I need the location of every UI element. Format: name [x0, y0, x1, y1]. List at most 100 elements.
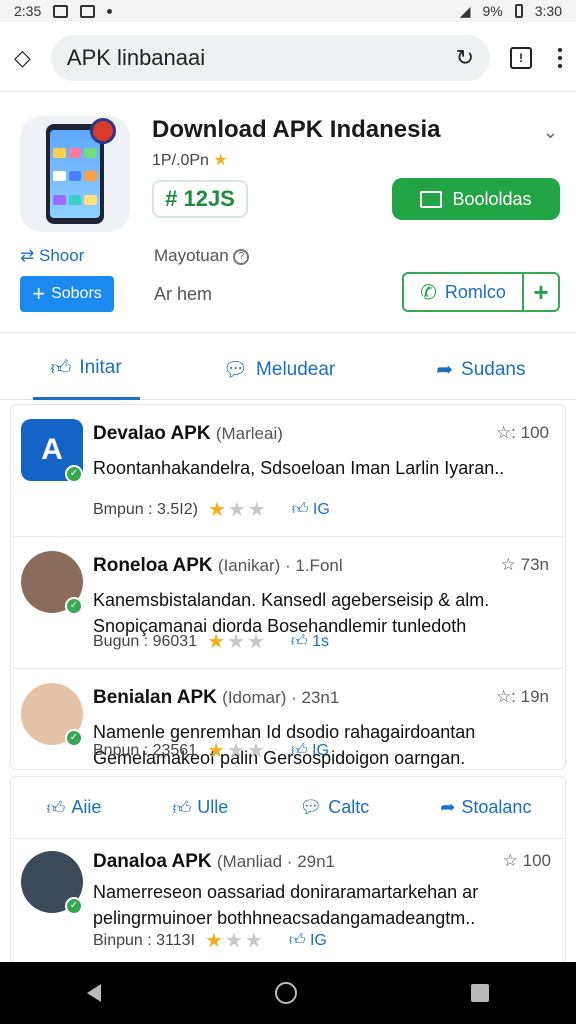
action-label: Stoalanc — [461, 797, 532, 817]
action-aiie[interactable]: 👍︎ Aiie — [47, 797, 102, 819]
notification-icon — [53, 4, 69, 18]
menu-icon[interactable] — [558, 47, 562, 68]
app-header: Download APK Indanesia ⌄ 1P/.0Pn ★ # 12J… — [0, 108, 576, 328]
add-icon[interactable]: + — [524, 277, 558, 308]
review-footer: Bugun : 96031 ★★★ 👍︎ 1s — [93, 629, 329, 654]
share-arrow-icon: ➦ — [440, 797, 456, 817]
url-bar[interactable]: APK linbanaai ↻ — [50, 34, 490, 81]
like-count: 1s — [312, 633, 329, 650]
status-bar: 2:35 ◢ 9% 3:30 — [0, 0, 576, 22]
like-count: IG — [312, 742, 329, 759]
like-count: IG — [312, 501, 330, 518]
developer-text: Mayotuan — [154, 246, 229, 265]
status-left: 2:35 — [14, 3, 113, 19]
action-row: 👍︎ Aiie 👍︎ Ulle 💬︎ Caltc ➦ Stoalanc — [11, 777, 567, 839]
share-icon: ⇄ — [20, 246, 35, 265]
reload-icon[interactable]: ↻ — [456, 45, 474, 71]
tab-label: Initar — [79, 357, 122, 378]
back-icon[interactable] — [87, 984, 101, 1002]
url-text: APK linbanaai — [66, 44, 206, 70]
rating-stars: ★★★ — [207, 499, 268, 521]
review-rating-label: ☆ 73n — [500, 555, 549, 574]
action-stoalanc[interactable]: ➦ Stoalanc — [440, 797, 531, 818]
like-button[interactable]: 👍︎ IG — [291, 741, 329, 760]
sobors-label: Sobors — [51, 285, 102, 302]
rating-stars: ★★★ — [205, 930, 265, 952]
review-rating-label: ☆: 100 — [495, 423, 549, 442]
thumbs-up-icon: 👍︎ — [46, 797, 66, 818]
sobors-button[interactable]: + Sobors — [20, 276, 114, 312]
tab-meludear[interactable]: 💬︎ Meludear — [205, 340, 354, 400]
chat-bubble-icon: 💬︎ — [222, 359, 249, 381]
plus-icon: + — [32, 281, 46, 306]
app-title: Download APK Indanesia — [152, 116, 441, 143]
folder-icon — [420, 190, 443, 208]
verified-icon: ✓ — [65, 897, 83, 915]
battery-icon — [514, 4, 523, 18]
info-icon[interactable]: ? — [233, 248, 250, 265]
tab-initar[interactable]: 👍︎ Initar — [32, 340, 140, 400]
review-footer: Bmpun : 3.5I2) ★★★ 👍︎ IG — [93, 497, 330, 522]
action-label: Ulle — [197, 797, 229, 817]
review-author: Devalao APK (Marleai) — [93, 423, 283, 445]
review-date: Bugun : 96031 — [93, 632, 198, 650]
status-right: ◢ 9% 3:30 — [460, 3, 562, 20]
tab-label: Meludear — [256, 358, 336, 380]
divider — [0, 332, 576, 333]
review-meta: (Manliad · 29n1 — [216, 852, 336, 871]
browser-toolbar: ◇ APK linbanaai ↻ ! — [0, 24, 576, 92]
ar-hem-label: Ar hem — [154, 284, 213, 304]
action-ulle[interactable]: 👍︎ Ulle — [172, 797, 228, 819]
review-rating-label: ☆ 100 — [502, 851, 551, 870]
like-button[interactable]: 👍︎ 1s — [291, 632, 329, 651]
review-meta: (Marleai) — [215, 424, 283, 443]
verified-icon: ✓ — [65, 465, 83, 483]
romlco-label: Romlco — [444, 281, 506, 302]
romlco-main[interactable]: ✆ Romlco — [404, 274, 524, 310]
review-author-name: Danaloa APK — [93, 851, 212, 872]
review-author: Roneloa APK (Ianikar) · 1.Fonl — [93, 555, 343, 577]
tab-sudans[interactable]: ➦ Sudans — [418, 340, 543, 400]
review-footer: Bnpun : 23561 ★★★ 👍︎ IG — [93, 738, 329, 763]
share-label: Shoor — [38, 246, 85, 265]
share-link[interactable]: ⇄ Shoor — [20, 246, 84, 266]
recents-icon[interactable] — [471, 984, 489, 1002]
status-battery: 9% — [482, 3, 503, 19]
review-author-name: Devalao APK — [93, 423, 211, 444]
system-nav-bar — [0, 962, 576, 1024]
review-date: Binpun : 3113I — [93, 931, 196, 949]
review-item: ✓ Danaloa APK (Manliad · 29n1 ☆ 100 Name… — [11, 839, 567, 959]
like-button[interactable]: 👍︎ IG — [292, 500, 330, 519]
review-date: Bmpun : 3.5I2) — [93, 500, 198, 518]
whatsapp-icon: ✆ — [420, 281, 437, 304]
signal-icon: ◢ — [459, 2, 471, 19]
review-text: Namerreseon oassariad doniraramartarkeha… — [93, 882, 479, 928]
chevron-down-icon[interactable]: ⌄ — [543, 122, 558, 143]
review-text: Roontanhakandelra, Sdsoeloan Iman Larlin… — [93, 458, 505, 478]
status-time-right: 3:30 — [534, 3, 562, 19]
thumbs-up-icon: 👍︎ — [50, 357, 72, 379]
tab-label: Sudans — [461, 358, 526, 380]
site-info-icon[interactable]: ◇ — [14, 45, 31, 71]
action-label: Aiie — [71, 797, 102, 817]
tab-bar: 👍︎ Initar 💬︎ Meludear ➦ Sudans — [0, 340, 576, 400]
version-chip: # 12JS — [152, 180, 248, 218]
action-caltc[interactable]: 💬︎ Caltc — [299, 797, 369, 818]
review-date: Bnpun : 23561 — [93, 741, 198, 759]
home-icon[interactable] — [275, 982, 297, 1004]
review-item: ✓ Benialan APK (Idomar) · 23n1 ☆: 19n Na… — [11, 669, 565, 769]
action-label: Caltc — [328, 797, 370, 817]
download-button[interactable]: Boololdas — [392, 178, 560, 220]
review-footer: Binpun : 3113I ★★★ 👍︎ IG — [93, 928, 327, 953]
like-count: IG — [309, 932, 327, 949]
status-time-left: 2:35 — [14, 3, 42, 19]
download-label: Boololdas — [452, 188, 532, 209]
like-button[interactable]: 👍︎ IG — [289, 931, 327, 950]
review-item: ✓ Roneloa APK (Ianikar) · 1.Fonl ☆ 73n K… — [11, 537, 565, 669]
thumbs-up-icon: 👍︎ — [172, 797, 192, 818]
chat-bubble-icon: 💬︎ — [299, 797, 323, 817]
badge-icon — [90, 118, 116, 144]
romlco-button[interactable]: ✆ Romlco + — [402, 272, 560, 312]
tabs-button[interactable]: ! — [510, 46, 532, 69]
rating-stars: ★★★ — [207, 631, 267, 653]
